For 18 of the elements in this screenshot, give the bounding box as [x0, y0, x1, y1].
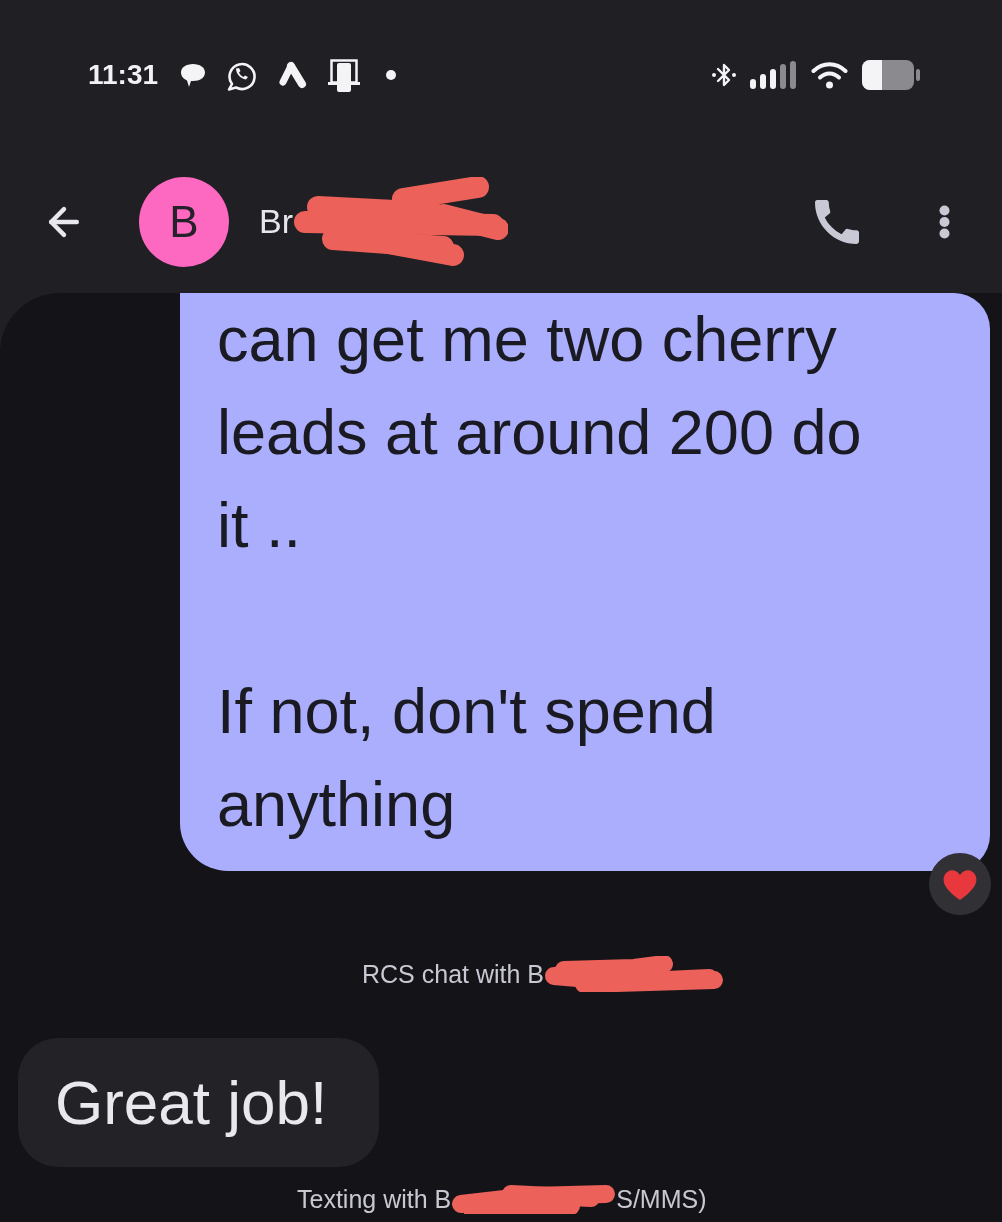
phone-on-laptop-icon [328, 58, 361, 92]
chat-type-notice: S/MMS) [616, 1184, 707, 1214]
heart-reaction-icon[interactable] [929, 853, 991, 915]
a-logo-icon [276, 61, 309, 89]
more-options-icon[interactable] [939, 204, 950, 239]
battery-icon [862, 60, 920, 90]
contact-avatar[interactable]: B [139, 176, 229, 267]
notification-dot-icon [386, 70, 397, 80]
message-text: can get me two cherry leads at around 200 do it .. If not, don't spend anything [217, 303, 863, 841]
wifi-icon [811, 61, 848, 89]
phone-icon[interactable] [815, 199, 859, 244]
chat-type-notice: RCS chat with B [362, 959, 544, 989]
clock-time: 11:31 [88, 59, 159, 91]
chat-type-notice: Texting with B [297, 1184, 452, 1214]
bluetooth-icon [712, 61, 736, 89]
contact-name[interactable]: Br [259, 202, 293, 241]
signal-bars-icon [750, 61, 797, 89]
received-message-bubble: Great job! [18, 1038, 380, 1167]
